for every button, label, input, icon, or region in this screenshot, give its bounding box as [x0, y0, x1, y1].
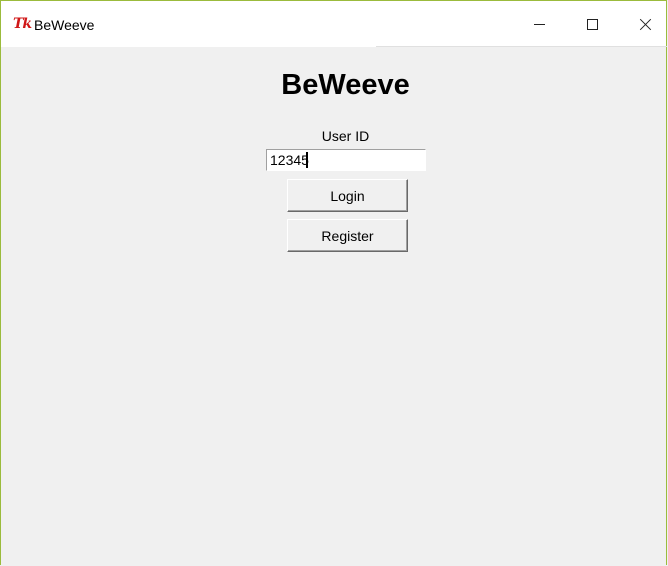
minimize-button[interactable] [516, 1, 562, 47]
close-button[interactable] [622, 1, 668, 47]
maximize-button[interactable] [569, 1, 615, 47]
title-bar[interactable]: Tk BeWeeve [1, 1, 668, 47]
minimize-icon [533, 24, 545, 25]
tk-feather-icon: Tk [13, 16, 32, 32]
user-id-label: User ID [321, 128, 370, 144]
text-caret [306, 152, 308, 168]
close-icon [639, 18, 652, 31]
app-heading: BeWeeve [281, 69, 410, 101]
user-id-input[interactable] [266, 149, 426, 171]
login-button[interactable]: Login [287, 179, 408, 212]
maximize-icon [586, 18, 598, 30]
register-button[interactable]: Register [287, 219, 408, 252]
main-content: BeWeeve User ID Login Register [1, 47, 666, 566]
window-title: BeWeeve [34, 17, 95, 33]
app-window: Tk BeWeeve BeWeeve User ID Login Registe… [0, 0, 668, 566]
